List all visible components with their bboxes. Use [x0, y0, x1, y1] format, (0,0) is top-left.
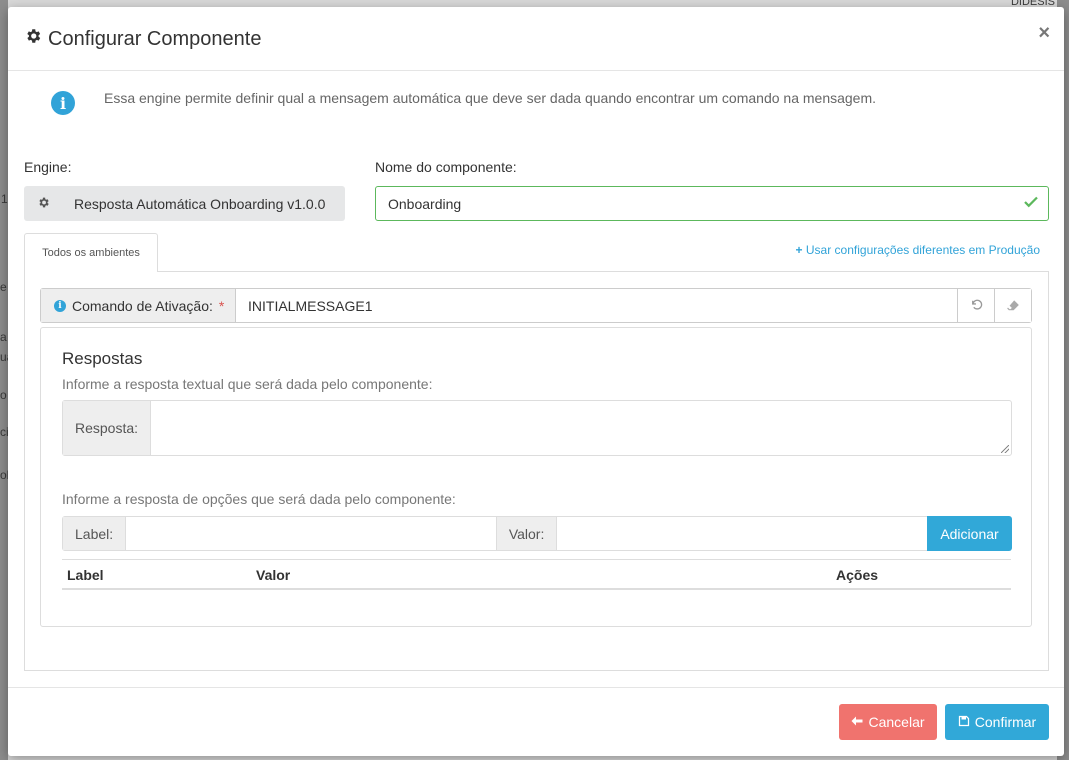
confirm-button[interactable]: Confirmar [945, 704, 1049, 740]
component-name-input[interactable]: Onboarding [375, 186, 1049, 221]
modal-footer-divider [8, 687, 1064, 688]
eraser-icon [1006, 298, 1020, 314]
save-icon [958, 714, 970, 730]
cancel-label: Cancelar [868, 714, 925, 730]
responses-title: Respostas [62, 349, 143, 368]
configure-component-modal: Configurar Componente × i Essa engine pe… [8, 7, 1064, 756]
activation-command-addon: i Comando de Ativação: * [41, 289, 236, 322]
options-table-header: Label Valor Ações [62, 559, 1011, 590]
undo-icon [970, 298, 983, 314]
component-name-value: Onboarding [388, 195, 462, 212]
column-header-value: Valor [256, 567, 291, 583]
modal-title: Configurar Componente [24, 27, 261, 51]
production-config-link[interactable]: + Usar configurações diferentes em Produ… [796, 243, 1040, 257]
undo-button[interactable] [957, 289, 994, 322]
info-icon: i [54, 299, 66, 312]
required-marker: * [218, 297, 225, 314]
modal-header: Configurar Componente × [8, 7, 1064, 71]
info-banner: i [51, 91, 75, 115]
option-label-input[interactable] [126, 517, 496, 550]
backdrop-text: e [0, 280, 7, 294]
backdrop-text: o [0, 388, 7, 402]
backdrop-left-strip [0, 0, 8, 760]
info-text: Essa engine permite definir qual a mensa… [104, 90, 877, 106]
add-option-button[interactable]: Adicionar [927, 516, 1012, 551]
options-response-hint: Informe a resposta de opções que será da… [62, 491, 456, 507]
option-value-addon: Valor: [495, 517, 558, 550]
response-textarea[interactable] [151, 401, 1011, 455]
production-config-label: Usar configurações diferentes em Produçã… [805, 243, 1040, 257]
engine-label: Engine: [24, 159, 72, 175]
responses-panel: Respostas Informe a resposta textual que… [40, 327, 1032, 627]
checkmark-icon [1022, 193, 1040, 216]
resize-handle-icon[interactable] [1001, 445, 1009, 453]
response-group: Resposta: [62, 400, 1012, 456]
close-button[interactable]: × [1038, 23, 1050, 43]
info-icon: i [51, 91, 75, 115]
component-name-label: Nome do componente: [375, 159, 517, 175]
modal-title-text: Configurar Componente [48, 27, 262, 50]
column-header-actions: Ações [836, 567, 879, 583]
option-value-input[interactable] [557, 517, 927, 550]
column-header-label: Label [67, 567, 104, 583]
response-label: Resposta: [63, 401, 151, 455]
backdrop-text: a [0, 330, 7, 344]
activation-command-group: i Comando de Ativação: * INITIALMESSAGE1 [40, 288, 1032, 323]
backdrop-text: 1 [1, 192, 8, 206]
activation-command-input[interactable]: INITIALMESSAGE1 [236, 289, 957, 322]
text-response-hint: Informe a resposta textual que será dada… [62, 376, 433, 392]
cancel-button[interactable]: Cancelar [839, 704, 937, 740]
engine-field: Resposta Automática Onboarding v1.0.0 [24, 186, 345, 221]
erase-button[interactable] [994, 289, 1031, 322]
gear-icon [24, 196, 62, 212]
gear-icon [24, 27, 42, 51]
confirm-label: Confirmar [974, 714, 1037, 730]
tab-all-environments[interactable]: Todos os ambientes [24, 233, 158, 272]
plus-icon: + [795, 243, 803, 257]
engine-value: Resposta Automática Onboarding v1.0.0 [74, 195, 326, 212]
arrow-left-icon [851, 714, 863, 730]
option-input-group: Label: Valor: [62, 516, 928, 551]
activation-command-label: Comando de Ativação: [72, 297, 213, 314]
option-label-addon: Label: [63, 517, 127, 550]
